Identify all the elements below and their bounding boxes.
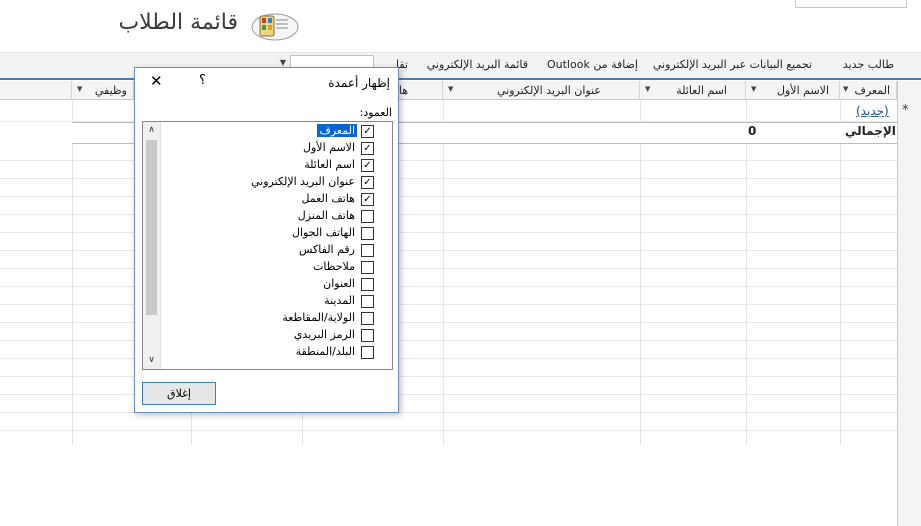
- column-header-label: وظيفي: [94, 84, 127, 97]
- column-checkbox[interactable]: ✓: [361, 125, 374, 138]
- column-header-work-phone[interactable]: ها: [397, 81, 443, 100]
- column-header-label: المعرف: [854, 84, 890, 97]
- email-list-button[interactable]: قائمة البريد الإلكتروني: [427, 58, 528, 71]
- column-item-label: الهاتف الجوال: [291, 226, 355, 239]
- column-checkbox[interactable]: [361, 346, 374, 359]
- add-from-outlook-button[interactable]: إضافة من Outlook: [547, 58, 638, 71]
- column-item-label: رقم الفاكس: [299, 243, 355, 256]
- new-record-marker: *: [902, 103, 909, 118]
- new-record-link[interactable]: (جديد): [856, 104, 889, 118]
- column-item-label: الرمز البريدي: [293, 328, 355, 341]
- column-checkbox[interactable]: [361, 210, 374, 223]
- column-checkbox[interactable]: [361, 227, 374, 240]
- column-item-label: هاتف العمل: [301, 192, 355, 205]
- column-item-label: المدينة: [324, 294, 355, 307]
- column-checkbox[interactable]: [361, 329, 374, 342]
- dropdown-arrow-icon[interactable]: ▼: [843, 85, 848, 93]
- column-checkbox[interactable]: ✓: [361, 176, 374, 189]
- top-search-box[interactable]: [795, 0, 907, 8]
- column-item-label: الولاية/المقاطعة: [282, 311, 355, 324]
- new-student-button[interactable]: طالب جديد: [843, 58, 894, 71]
- column-item-label: البلد/المنطقة: [295, 345, 355, 358]
- column-list-label: العمود:: [359, 106, 392, 119]
- page-title: قائمة الطلاب: [118, 10, 238, 35]
- column-header-email[interactable]: عنوان البريد الإلكتروني ▼: [443, 81, 640, 100]
- column-item-label: العنوان: [323, 277, 355, 290]
- column-checkbox[interactable]: ✓: [361, 193, 374, 206]
- column-item-label: عنوان البريد الإلكتروني: [250, 175, 355, 188]
- listbox-scrollbar[interactable]: ∧ ∨: [143, 122, 161, 369]
- totals-count: 0: [748, 124, 757, 138]
- column-checkbox[interactable]: [361, 312, 374, 325]
- column-checkbox[interactable]: ✓: [361, 159, 374, 172]
- dropdown-arrow-icon[interactable]: ▼: [448, 85, 453, 93]
- dropdown-arrow-icon[interactable]: ▼: [77, 85, 82, 93]
- column-header-first-name[interactable]: الاسم الأول ▼: [746, 81, 840, 100]
- column-header-label: اسم العائلة: [676, 84, 727, 97]
- column-checkbox[interactable]: [361, 278, 374, 291]
- column-item-label: اسم العائلة: [304, 158, 355, 171]
- collect-email-data-button[interactable]: تجميع البيانات عبر البريد الإلكتروني: [653, 58, 812, 71]
- column-header-blank: [0, 81, 72, 100]
- totals-label: الإجمالي: [845, 124, 896, 138]
- help-icon[interactable]: ؟: [199, 73, 206, 88]
- dropdown-arrow-icon[interactable]: ▼: [645, 85, 650, 93]
- column-header-label: الاسم الأول: [777, 84, 829, 97]
- column-header-label: ها: [398, 84, 408, 97]
- column-checkbox[interactable]: [361, 244, 374, 257]
- column-header-last-name[interactable]: اسم العائلة ▼: [640, 81, 746, 100]
- record-selector-column[interactable]: [897, 81, 921, 526]
- column-header-label: عنوان البريد الإلكتروني: [496, 84, 601, 97]
- show-columns-dialog: إظهار أعمدة ؟ ✕ العمود: ∧ ∨ ✓ المعرف ✓ الاس…: [134, 67, 399, 413]
- column-item-label: الاسم الأول: [303, 141, 355, 154]
- column-header-job-title[interactable]: وظيفي ▼: [72, 81, 134, 100]
- close-icon[interactable]: ✕: [150, 72, 163, 90]
- column-checkbox[interactable]: [361, 295, 374, 308]
- column-listbox[interactable]: ∧ ∨ ✓ المعرف ✓ الاسم الأول ✓ اسم العائلة ✓ عنوا…: [142, 121, 393, 370]
- search-icon[interactable]: ⌕: [818, 0, 824, 2]
- close-button[interactable]: إغلاق: [142, 382, 216, 405]
- scroll-up-icon[interactable]: ∧: [143, 122, 160, 139]
- column-item-label: المعرف: [317, 124, 357, 137]
- student-list-app-icon: [250, 12, 300, 42]
- dropdown-arrow-icon[interactable]: ▼: [751, 85, 756, 93]
- scroll-down-icon[interactable]: ∨: [143, 352, 160, 369]
- grid-line: [0, 430, 897, 431]
- column-header-id[interactable]: المعرف ▼: [840, 81, 897, 100]
- column-item-label: ملاحظات: [313, 260, 355, 273]
- scroll-thumb[interactable]: [146, 140, 157, 315]
- column-item-label: هاتف المنزل: [297, 209, 355, 222]
- column-checkbox[interactable]: ✓: [361, 142, 374, 155]
- column-checkbox[interactable]: [361, 261, 374, 274]
- dialog-title: إظهار أعمدة: [328, 76, 390, 90]
